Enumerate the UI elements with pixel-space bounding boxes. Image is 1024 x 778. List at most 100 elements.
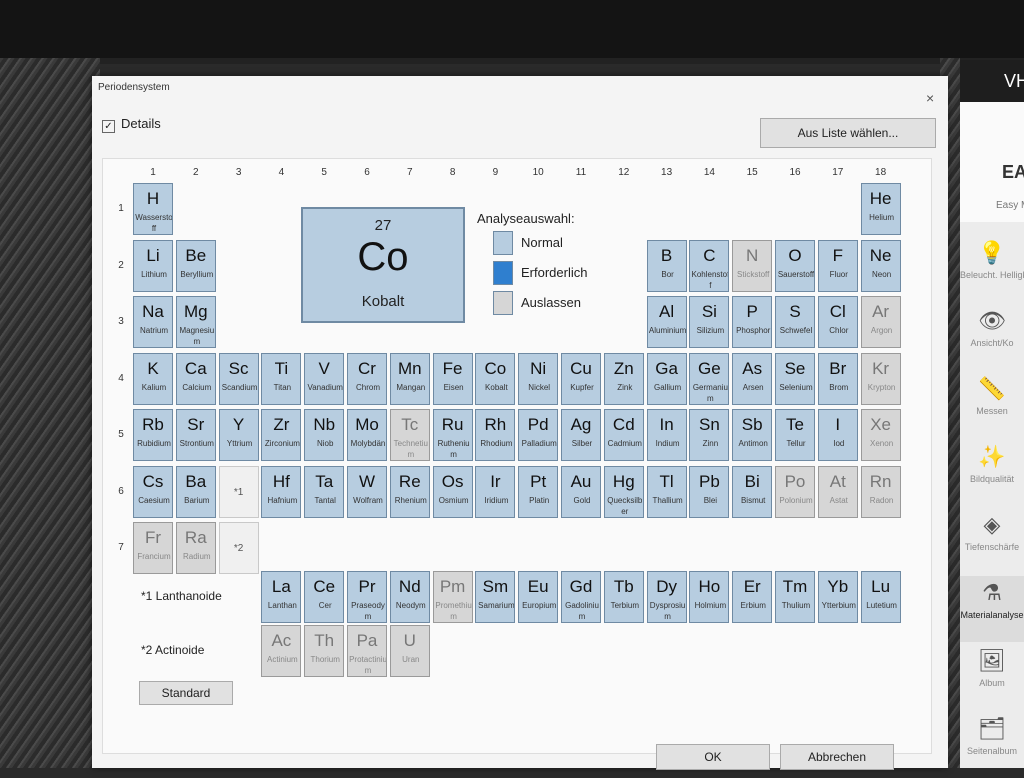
- element-ba[interactable]: Ba Barium: [175, 465, 216, 518]
- element-cu[interactable]: Cu Kupfer: [561, 352, 601, 405]
- sidebar-item-seitenalbum[interactable]: 🗂 Seitenalbum: [960, 712, 1024, 778]
- sidebar-item-messen[interactable]: 📏 Messen: [960, 372, 1024, 438]
- element-pa[interactable]: Pa Protactinium: [347, 625, 387, 677]
- element-yb[interactable]: Yb Ytterbium: [817, 571, 858, 623]
- element-rb[interactable]: Rb Rubidium: [133, 409, 173, 461]
- element-ne[interactable]: Ne Neon: [860, 239, 901, 292]
- element-p[interactable]: P Phosphor: [732, 296, 773, 348]
- element-ac[interactable]: Ac Actinium: [261, 625, 302, 677]
- element-rn[interactable]: Rn Radon: [860, 465, 901, 518]
- element-he[interactable]: He Helium: [860, 183, 901, 235]
- element-si[interactable]: Si Silizium: [689, 296, 730, 348]
- element-rh[interactable]: Rh Rhodium: [475, 409, 516, 461]
- element-ir[interactable]: Ir Iridium: [475, 465, 516, 518]
- element-la[interactable]: La Lanthan: [261, 571, 302, 623]
- element-ca[interactable]: Ca Calcium: [175, 352, 216, 405]
- element-se[interactable]: Se Selenium: [775, 352, 815, 405]
- element-h[interactable]: H Wasserstoff: [133, 183, 173, 235]
- element-ra[interactable]: Ra Radium: [175, 522, 216, 574]
- element-br[interactable]: Br Brom: [817, 352, 858, 405]
- element-hf[interactable]: Hf Hafnium: [261, 465, 302, 518]
- sidebar-item-beleuchtung[interactable]: 💡 Beleucht. Helligk.: [960, 236, 1024, 302]
- close-icon[interactable]: ×: [926, 90, 934, 106]
- element-ni[interactable]: Ni Nickel: [518, 352, 559, 405]
- element-kr[interactable]: Kr Krypton: [860, 352, 901, 405]
- element-tm[interactable]: Tm Thulium: [775, 571, 815, 623]
- standard-button[interactable]: Standard: [139, 681, 233, 705]
- element-o[interactable]: O Sauerstoff: [775, 239, 815, 292]
- element-sr[interactable]: Sr Strontium: [175, 409, 216, 461]
- element-th[interactable]: Th Thorium: [304, 625, 345, 677]
- element-pt[interactable]: Pt Platin: [518, 465, 559, 518]
- element-y[interactable]: Y Yttrium: [218, 409, 259, 461]
- element-pr[interactable]: Pr Praseodym: [347, 571, 387, 623]
- element-os[interactable]: Os Osmium: [432, 465, 473, 518]
- element-cs[interactable]: Cs Caesium: [133, 465, 173, 518]
- element-ar[interactable]: Ar Argon: [860, 296, 901, 348]
- element-zn[interactable]: Zn Zink: [603, 352, 644, 405]
- cancel-button[interactable]: Abbrechen: [780, 744, 894, 770]
- element-ag[interactable]: Ag Silber: [561, 409, 601, 461]
- element-w[interactable]: W Wolfram: [347, 465, 387, 518]
- element-cd[interactable]: Cd Cadmium: [603, 409, 644, 461]
- sidebar-item-materialanalyse[interactable]: ⚗ Materialanalyse: [960, 576, 1024, 642]
- element-ge[interactable]: Ge Germanium: [689, 352, 730, 405]
- element-ti[interactable]: Ti Titan: [261, 352, 302, 405]
- choose-from-list-button[interactable]: Aus Liste wählen...: [760, 118, 936, 148]
- sidebar-item-album[interactable]: 🖼 Album: [960, 644, 1024, 710]
- element-cr[interactable]: Cr Chrom: [347, 352, 387, 405]
- element-as[interactable]: As Arsen: [732, 352, 773, 405]
- element-f[interactable]: F Fluor: [817, 239, 858, 292]
- element-sb[interactable]: Sb Antimon: [732, 409, 773, 461]
- element-co[interactable]: Co Kobalt: [475, 352, 516, 405]
- element-eu[interactable]: Eu Europium: [518, 571, 559, 623]
- element-in[interactable]: In Indium: [646, 409, 687, 461]
- element-be[interactable]: Be Beryllium: [175, 239, 216, 292]
- element-tc[interactable]: Tc Technetium: [389, 409, 430, 461]
- element-bi[interactable]: Bi Bismut: [732, 465, 773, 518]
- element-pb[interactable]: Pb Blei: [689, 465, 730, 518]
- element-nb[interactable]: Nb Niob: [304, 409, 345, 461]
- element-xe[interactable]: Xe Xenon: [860, 409, 901, 461]
- element-po[interactable]: Po Polonium: [775, 465, 815, 518]
- element-tl[interactable]: Tl Thallium: [646, 465, 687, 518]
- element-tb[interactable]: Tb Terbium: [603, 571, 644, 623]
- element-i[interactable]: I Iod: [817, 409, 858, 461]
- element-zr[interactable]: Zr Zirconium: [261, 409, 302, 461]
- element-cl[interactable]: Cl Chlor: [817, 296, 858, 348]
- element-s[interactable]: S Schwefel: [775, 296, 815, 348]
- element-ce[interactable]: Ce Cer: [304, 571, 345, 623]
- element-li[interactable]: Li Lithium: [133, 239, 173, 292]
- element-fr[interactable]: Fr Francium: [133, 522, 173, 574]
- element-n[interactable]: N Stickstoff: [732, 239, 773, 292]
- element-c[interactable]: C Kohlenstoff: [689, 239, 730, 292]
- element-ga[interactable]: Ga Gallium: [646, 352, 687, 405]
- element-sn[interactable]: Sn Zinn: [689, 409, 730, 461]
- element-al[interactable]: Al Aluminium: [646, 296, 687, 348]
- element-te[interactable]: Te Tellur: [775, 409, 815, 461]
- element-ho[interactable]: Ho Holmium: [689, 571, 730, 623]
- element-v[interactable]: V Vanadium: [304, 352, 345, 405]
- element-sm[interactable]: Sm Samarium: [475, 571, 516, 623]
- element-fe[interactable]: Fe Eisen: [432, 352, 473, 405]
- element-mo[interactable]: Mo Molybdän: [347, 409, 387, 461]
- ok-button[interactable]: OK: [656, 744, 770, 770]
- sidebar-item-bildqualitaet[interactable]: ✨ Bildqualität: [960, 440, 1024, 506]
- element-mn[interactable]: Mn Mangan: [389, 352, 430, 405]
- element-pm[interactable]: Pm Promethium: [432, 571, 473, 623]
- element-na[interactable]: Na Natrium: [133, 296, 173, 348]
- details-checkbox[interactable]: ✓ Details: [102, 116, 161, 133]
- element-ru[interactable]: Ru Ruthenium: [432, 409, 473, 461]
- element-lu[interactable]: Lu Lutetium: [860, 571, 901, 623]
- element-hg[interactable]: Hg Quecksilber: [603, 465, 644, 518]
- element-k[interactable]: K Kalium: [133, 352, 173, 405]
- element-dy[interactable]: Dy Dysprosium: [646, 571, 687, 623]
- checkbox-check-icon[interactable]: ✓: [102, 120, 115, 133]
- element-pd[interactable]: Pd Palladium: [518, 409, 559, 461]
- element-u[interactable]: U Uran: [389, 625, 430, 677]
- element-sc[interactable]: Sc Scandium: [218, 352, 259, 405]
- element-mg[interactable]: Mg Magnesium: [175, 296, 216, 348]
- element-au[interactable]: Au Gold: [561, 465, 601, 518]
- element-ta[interactable]: Ta Tantal: [304, 465, 345, 518]
- element-er[interactable]: Er Erbium: [732, 571, 773, 623]
